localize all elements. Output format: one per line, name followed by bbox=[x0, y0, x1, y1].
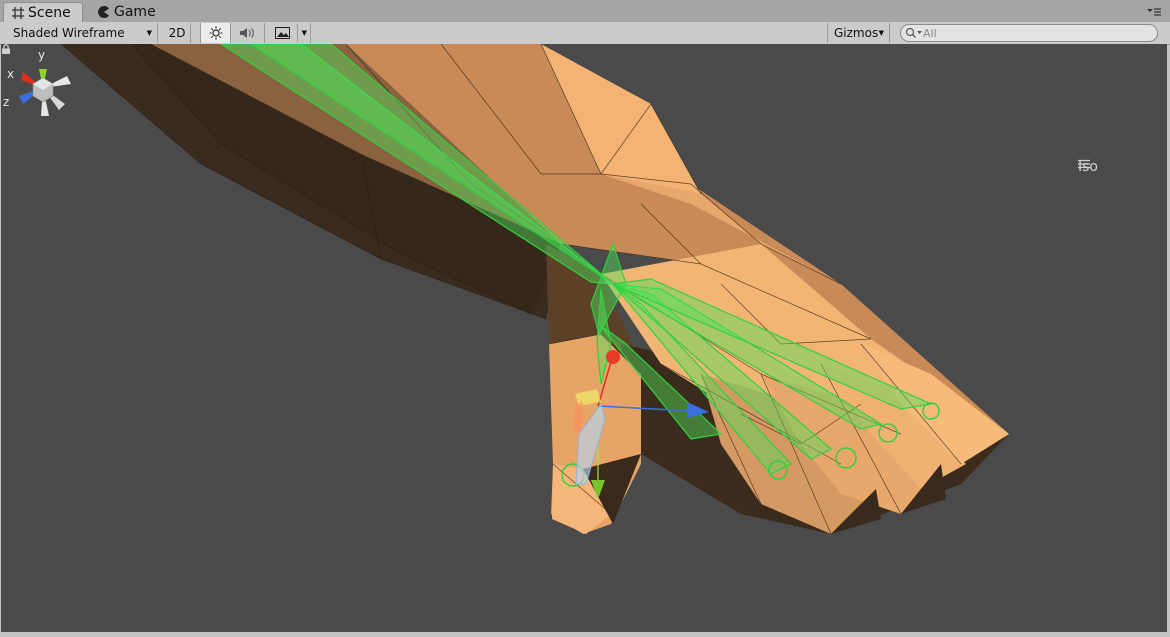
tab-game-label: Game bbox=[114, 4, 156, 20]
scene-orientation-gizmo[interactable]: y x z bbox=[1, 44, 101, 129]
lighting-toggle-button[interactable] bbox=[200, 23, 231, 43]
gizmo-z-label: z bbox=[3, 95, 9, 109]
draw-mode-dropdown[interactable]: Shaded Wireframe ▼ bbox=[6, 23, 158, 43]
tab-menu-icon[interactable] bbox=[1146, 6, 1162, 18]
toggle-2d-button[interactable]: 2D bbox=[164, 23, 191, 43]
gizmo-y-label: y bbox=[38, 48, 45, 62]
pacman-icon bbox=[98, 6, 109, 18]
sun-icon bbox=[209, 26, 222, 40]
search-icon bbox=[905, 27, 922, 38]
audio-toggle-button[interactable] bbox=[231, 23, 265, 43]
gizmos-dropdown[interactable]: Gizmos ▼ bbox=[827, 23, 890, 43]
toggle-2d-label: 2D bbox=[168, 26, 186, 40]
draw-mode-value: Shaded Wireframe bbox=[13, 26, 125, 40]
grid-icon bbox=[12, 7, 24, 19]
hand-mesh bbox=[60, 44, 1009, 535]
chevron-down-icon: ▼ bbox=[878, 29, 884, 37]
tab-scene-label: Scene bbox=[28, 5, 71, 21]
chevron-down-icon: ▼ bbox=[301, 29, 307, 37]
tab-bar: Scene Game bbox=[0, 0, 1170, 23]
tab-game[interactable]: Game bbox=[90, 2, 160, 22]
image-icon bbox=[275, 27, 290, 39]
scene-toolbar: Shaded Wireframe ▼ 2D ▼ Gizmos ▼ All bbox=[0, 22, 1170, 45]
search-input[interactable]: All bbox=[900, 24, 1158, 42]
projection-toggle[interactable]: Iso bbox=[1078, 159, 1098, 175]
chevron-down-icon: ▼ bbox=[146, 29, 152, 37]
gizmos-label: Gizmos bbox=[834, 26, 879, 40]
search-placeholder: All bbox=[923, 26, 937, 40]
menu-lines-icon bbox=[1078, 159, 1090, 169]
scene-viewport[interactable]: y x z Iso bbox=[1, 44, 1167, 632]
lock-icon[interactable] bbox=[1, 44, 11, 54]
effects-dropdown[interactable]: ▼ bbox=[269, 23, 311, 43]
speaker-icon bbox=[239, 28, 254, 38]
tab-scene[interactable]: Scene bbox=[3, 2, 83, 23]
gizmo-x-label: x bbox=[7, 67, 14, 81]
